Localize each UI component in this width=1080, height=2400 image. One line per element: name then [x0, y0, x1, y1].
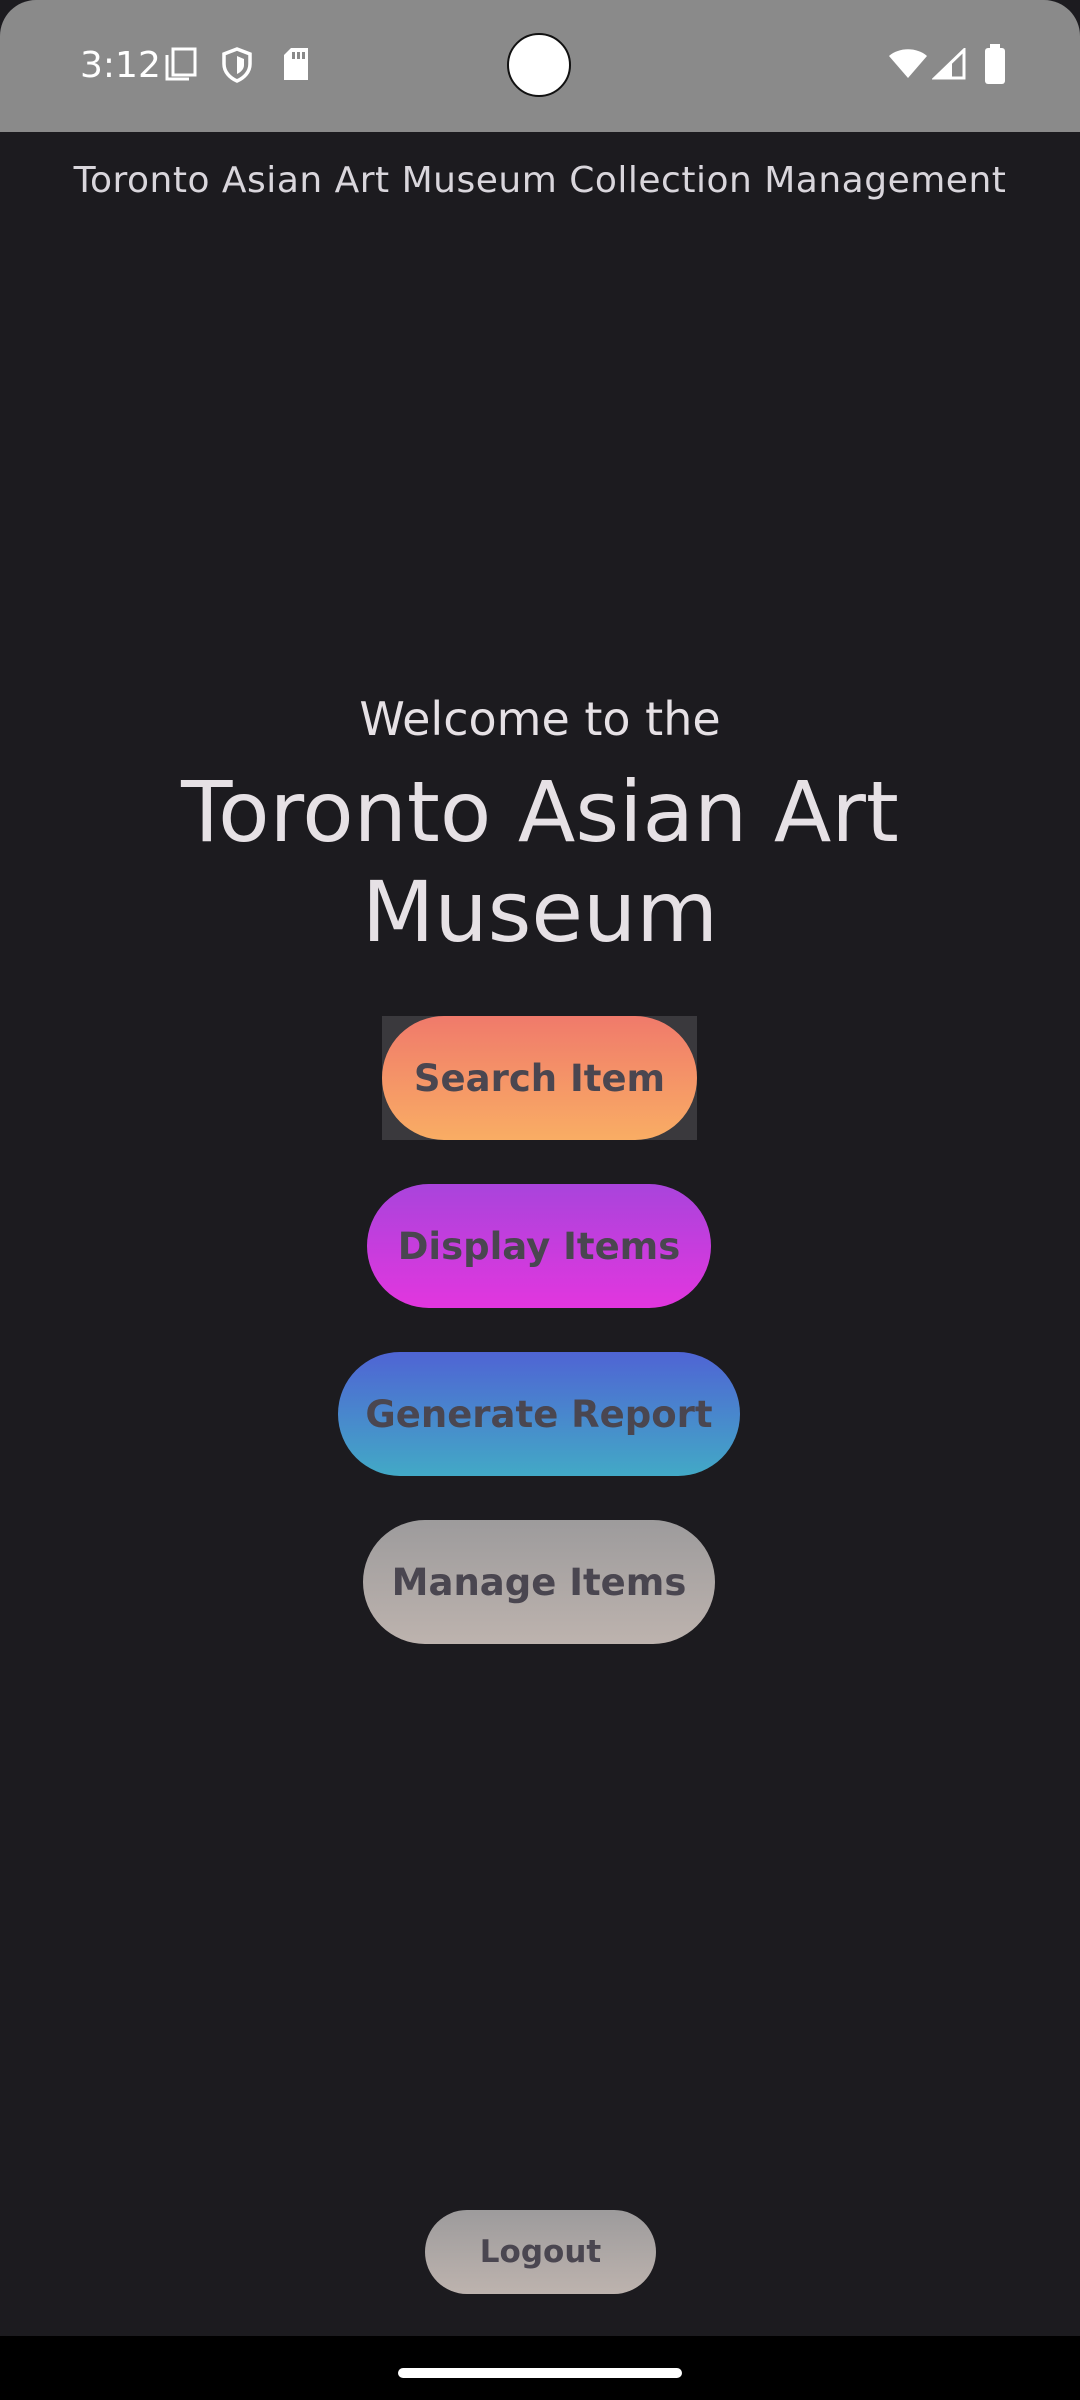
shield-icon: [220, 46, 254, 88]
app-screen: 3:12 Toronto Asian Art Museum Collection…: [0, 0, 1080, 2400]
museum-title: Toronto Asian Art Museum: [181, 763, 899, 961]
app-header-title: Toronto Asian Art Museum Collection Mana…: [73, 160, 1007, 201]
wifi-icon: [888, 48, 928, 84]
battery-icon: [983, 44, 1007, 88]
welcome-text: Welcome to the: [359, 692, 721, 746]
generate-report-button[interactable]: Generate Report: [338, 1352, 740, 1476]
cell-signal-icon: [931, 46, 966, 84]
sd-card-icon: [281, 46, 311, 86]
status-time: 3:12: [80, 45, 161, 86]
manage-items-button[interactable]: Manage Items: [363, 1520, 715, 1644]
screenshot-icon: [163, 46, 199, 86]
home-indicator[interactable]: [398, 2368, 682, 2378]
camera-cutout: [507, 33, 571, 97]
status-bar: 3:12: [0, 0, 1080, 132]
display-items-button[interactable]: Display Items: [367, 1184, 711, 1308]
logout-button[interactable]: Logout: [425, 2210, 656, 2294]
search-item-button[interactable]: Search Item: [382, 1016, 697, 1140]
